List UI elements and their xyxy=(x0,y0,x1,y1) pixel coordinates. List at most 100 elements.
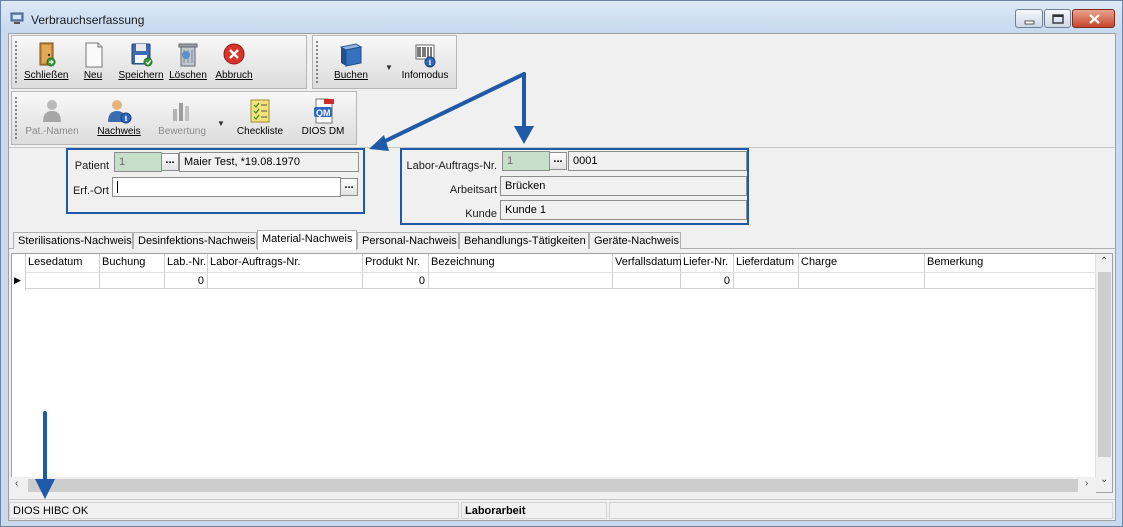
patient-names-button-label: Pat.-Namen xyxy=(25,126,79,137)
new-document-icon xyxy=(85,42,103,68)
new-button-label: Neu xyxy=(83,70,103,81)
column-header[interactable]: Lieferdatum xyxy=(734,254,799,272)
toolbar-booking: Buchen ▼ i Infomodus xyxy=(312,35,457,89)
nachweis-tabs: Sterilisations-Nachweis Desinfektions-Na… xyxy=(9,230,1115,250)
qm-badge: QM xyxy=(316,108,331,118)
toolbar-documents: Pat.-Namen i Nachweis Bewertung ▼ Checkl… xyxy=(11,91,357,145)
column-header[interactable]: Verfallsdatum xyxy=(613,254,682,272)
tab-desinfektion[interactable]: Desinfektions-Nachweis xyxy=(133,232,257,249)
status-hibc: DIOS HIBC OK xyxy=(9,502,459,519)
material-grid[interactable]: ▶ Lesedatum Buchung Lab.-Nr. Labor-Auftr… xyxy=(11,253,1113,493)
column-header[interactable]: Buchung xyxy=(100,254,165,272)
maximize-button[interactable] xyxy=(1044,9,1071,28)
close-window-button[interactable] xyxy=(1072,9,1115,28)
kunde-label: Kunde xyxy=(465,208,497,220)
table-cell[interactable] xyxy=(100,272,165,289)
table-cell[interactable]: 0 xyxy=(165,272,208,289)
delete-button-label: Löschen xyxy=(169,70,207,81)
close-button[interactable]: Schließen xyxy=(24,39,68,87)
info-mode-button[interactable]: i Infomodus xyxy=(397,39,453,87)
person-icon xyxy=(43,100,61,122)
toolbar-grip[interactable] xyxy=(315,40,319,84)
column-header[interactable]: Liefer-Nr. xyxy=(681,254,734,272)
scroll-left-icon[interactable]: ‹ xyxy=(15,478,18,489)
title-bar[interactable]: Verbrauchserfassung xyxy=(1,1,1122,33)
cancel-button[interactable]: Abbruch xyxy=(212,39,256,87)
status-mode: Laborarbeit xyxy=(461,502,607,519)
minimize-button[interactable] xyxy=(1015,9,1043,28)
checklist-button[interactable]: Checkliste xyxy=(234,95,286,143)
column-header[interactable]: Produkt Nr. xyxy=(363,254,429,272)
bewertung-dropdown-arrow[interactable]: ▼ xyxy=(217,119,225,128)
book-icon xyxy=(339,43,363,67)
table-cell[interactable] xyxy=(613,272,681,289)
tab-geraete[interactable]: Geräte-Nachweis xyxy=(589,232,681,249)
scroll-down-icon[interactable]: ⌄ xyxy=(1100,474,1108,485)
table-cell[interactable] xyxy=(925,272,1095,289)
form-area: Patient 1 ... Maier Test, *19.08.1970 Er… xyxy=(9,147,1115,225)
patient-id-field[interactable]: 1 xyxy=(114,152,162,172)
labor-id-field[interactable]: 1 xyxy=(502,151,550,171)
maximize-icon xyxy=(1052,14,1064,24)
erfort-input[interactable] xyxy=(112,177,341,197)
checklist-icon xyxy=(250,99,270,123)
save-button[interactable]: Speichern xyxy=(118,39,164,87)
tab-sterilisation[interactable]: Sterilisations-Nachweis xyxy=(13,232,133,249)
nachweis-button-label: Nachweis xyxy=(97,126,141,137)
nachweis-button[interactable]: i Nachweis xyxy=(94,95,144,143)
column-header[interactable]: Labor-Auftrags-Nr. xyxy=(208,254,363,272)
new-button[interactable]: Neu xyxy=(74,39,112,87)
column-header[interactable]: Lab.-Nr. xyxy=(165,254,208,272)
patient-lookup-button[interactable]: ... xyxy=(161,153,179,171)
column-header[interactable]: Charge xyxy=(799,254,925,272)
toolbar-main: Schließen Neu Speichern Löschen Abbruch xyxy=(11,35,307,89)
book-button-label: Buchen xyxy=(334,70,368,81)
patient-names-button[interactable]: Pat.-Namen xyxy=(24,95,80,143)
vertical-scrollbar[interactable]: ⌃ ⌄ xyxy=(1095,254,1112,492)
bewertung-button[interactable]: Bewertung xyxy=(154,95,210,143)
column-header[interactable]: Bezeichnung xyxy=(429,254,613,272)
minimize-icon xyxy=(1024,20,1035,25)
tab-behandlung[interactable]: Behandlungs-Tätigkeiten xyxy=(459,232,589,249)
horizontal-scroll-thumb[interactable] xyxy=(28,479,1078,492)
table-cell[interactable] xyxy=(734,272,799,289)
table-cell[interactable] xyxy=(429,272,613,289)
text-caret xyxy=(117,181,118,193)
door-exit-icon xyxy=(39,42,56,67)
tab-material[interactable]: Material-Nachweis xyxy=(257,230,357,250)
toolbar-grip[interactable] xyxy=(14,96,18,140)
column-header[interactable]: Lesedatum xyxy=(26,254,100,272)
cancel-button-label: Abbruch xyxy=(215,70,253,81)
scroll-up-icon[interactable]: ⌃ xyxy=(1100,256,1108,267)
evaluation-chart-icon xyxy=(173,103,189,121)
svg-text:i: i xyxy=(429,58,432,67)
labor-lookup-button[interactable]: ... xyxy=(549,152,567,170)
toolbar-grip[interactable] xyxy=(14,40,18,84)
dios-dm-button-label: DIOS DM xyxy=(301,126,345,137)
table-cell[interactable] xyxy=(26,272,100,289)
labor-order-label: Labor-Auftrags-Nr. xyxy=(406,160,497,172)
arbeitsart-field: Brücken xyxy=(500,176,747,196)
book-dropdown-arrow[interactable]: ▼ xyxy=(385,63,393,72)
table-cell[interactable]: 0 xyxy=(681,272,734,289)
erfort-lookup-button[interactable]: ... xyxy=(340,178,358,196)
labor-number-field: 0001 xyxy=(568,151,747,171)
table-cell[interactable] xyxy=(208,272,363,289)
dios-dm-button[interactable]: DIOS DM xyxy=(298,95,348,143)
person-info-icon: i xyxy=(108,100,132,124)
delete-button[interactable]: Löschen xyxy=(168,39,208,87)
save-button-label: Speichern xyxy=(118,70,164,81)
patient-label: Patient xyxy=(74,160,109,172)
vertical-scroll-thumb[interactable] xyxy=(1098,272,1111,457)
status-bar: DIOS HIBC OK Laborarbeit xyxy=(9,499,1115,520)
current-row-indicator-icon: ▶ xyxy=(14,275,21,285)
tab-personal[interactable]: Personal-Nachweis xyxy=(357,232,459,249)
barcode-info-icon: i xyxy=(415,44,436,68)
table-cell[interactable] xyxy=(799,272,925,289)
horizontal-scrollbar[interactable]: ‹ › xyxy=(11,477,1096,494)
table-cell[interactable]: 0 xyxy=(363,272,429,289)
book-button[interactable]: Buchen xyxy=(329,39,373,87)
column-header[interactable]: Bemerkung xyxy=(925,254,1095,272)
scroll-right-icon[interactable]: › xyxy=(1085,478,1088,489)
app-icon xyxy=(10,12,24,24)
